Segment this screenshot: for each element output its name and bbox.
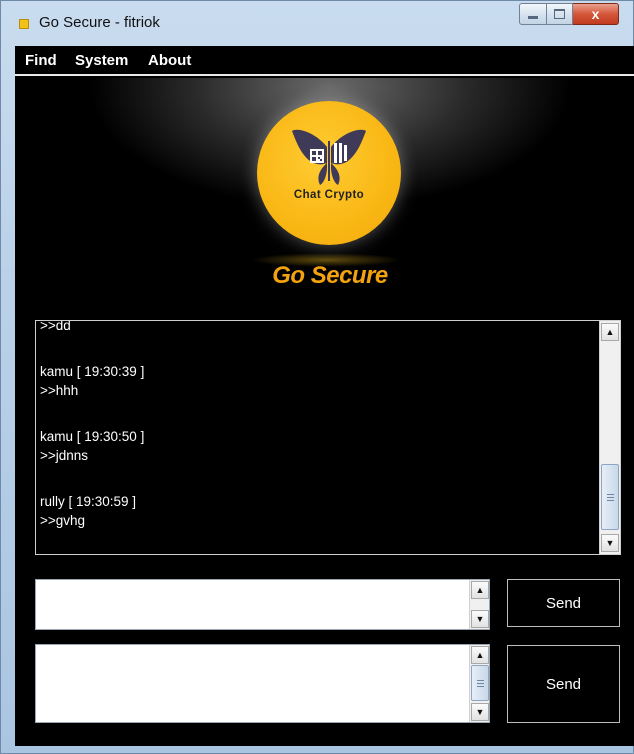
- send-button-2[interactable]: Send: [507, 645, 620, 723]
- send-button-1[interactable]: Send: [507, 579, 620, 627]
- arrow-up-icon: ▲: [475, 650, 485, 660]
- message-input-2[interactable]: ▲ ▼: [35, 644, 490, 724]
- message-input-1[interactable]: ▲ ▼: [35, 579, 490, 631]
- close-icon: x: [591, 6, 600, 22]
- close-button[interactable]: x: [573, 3, 619, 25]
- arrow-up-icon: ▲: [605, 327, 615, 337]
- menu-find[interactable]: Find: [25, 52, 57, 69]
- brand-title: Go Secure: [272, 262, 388, 289]
- chat-message-header: kamu [ 19:30:39 ]: [40, 364, 145, 379]
- app-window: Go Secure - fitriok x Find System About: [0, 0, 634, 754]
- app-icon: [19, 19, 29, 29]
- chat-crypto-logo: Chat Crypto: [257, 101, 401, 245]
- client-area: Find System About Chat Crypto Go Secure …: [15, 46, 634, 746]
- scroll-up-button[interactable]: ▲: [471, 581, 489, 599]
- grip-line: [477, 683, 484, 684]
- input-1-scrollbar[interactable]: ▲ ▼: [469, 580, 489, 629]
- window-controls: x: [519, 3, 619, 25]
- chat-scrollbar[interactable]: ▲ ▼: [599, 321, 620, 554]
- scroll-thumb[interactable]: [471, 665, 489, 701]
- menu-bar: Find System About: [15, 46, 634, 76]
- chat-log[interactable]: >>dd kamu [ 19:30:39 ] >>hhh kamu [ 19:3…: [35, 320, 621, 555]
- chat-message: kamu [ 19:30:50 ] >>jdnns: [40, 427, 595, 492]
- butterfly-qr-icon: [292, 129, 366, 185]
- window-title: Go Secure - fitriok: [39, 14, 160, 31]
- scroll-thumb[interactable]: [601, 464, 619, 530]
- grip-line: [477, 686, 484, 687]
- chat-message-body: >>hhh: [40, 383, 79, 398]
- maximize-button[interactable]: [547, 3, 573, 25]
- chat-lines: >>dd kamu [ 19:30:39 ] >>hhh kamu [ 19:3…: [40, 320, 595, 554]
- menu-system[interactable]: System: [75, 52, 128, 69]
- scroll-down-button[interactable]: ▼: [601, 534, 619, 552]
- grip-line: [477, 680, 484, 681]
- chat-message-body: >>gvhg: [40, 513, 86, 528]
- chat-partial-line: >>dd: [40, 320, 595, 362]
- scroll-down-button[interactable]: ▼: [471, 610, 489, 628]
- chat-message-header: rully [ 19:30:59 ]: [40, 494, 137, 509]
- title-bar[interactable]: Go Secure - fitriok x: [1, 1, 633, 45]
- scroll-up-button[interactable]: ▲: [601, 323, 619, 341]
- grip-line: [607, 497, 614, 498]
- chat-message-body: >>jdnns: [40, 448, 89, 463]
- scroll-down-button[interactable]: ▼: [471, 703, 489, 721]
- chat-line: >>dd: [40, 320, 71, 333]
- chat-message: rully [ 19:30:59 ] >>gvhg: [40, 492, 595, 554]
- arrow-down-icon: ▼: [475, 614, 485, 624]
- scroll-up-button[interactable]: ▲: [471, 646, 489, 664]
- logo-text: Chat Crypto: [293, 189, 365, 201]
- minimize-icon: [528, 15, 538, 19]
- arrow-down-icon: ▼: [475, 707, 485, 717]
- input-2-scrollbar[interactable]: ▲ ▼: [469, 645, 489, 722]
- grip-line: [607, 500, 614, 501]
- minimize-button[interactable]: [519, 3, 547, 25]
- message-textarea-2[interactable]: [38, 647, 467, 724]
- chat-message: kamu [ 19:30:39 ] >>hhh: [40, 362, 595, 427]
- arrow-up-icon: ▲: [475, 585, 485, 595]
- message-textarea-1[interactable]: [38, 582, 467, 631]
- maximize-icon: [554, 9, 565, 19]
- menu-about[interactable]: About: [148, 52, 191, 69]
- arrow-down-icon: ▼: [605, 538, 615, 548]
- grip-line: [607, 494, 614, 495]
- bottom-strip: [15, 736, 634, 746]
- chat-message-header: kamu [ 19:30:50 ]: [40, 429, 145, 444]
